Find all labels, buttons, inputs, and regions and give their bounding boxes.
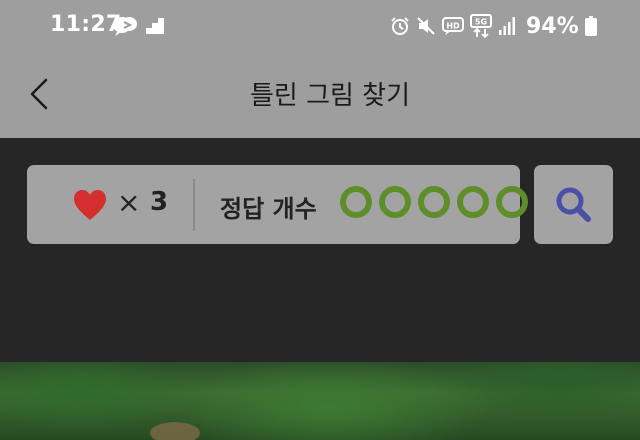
lives-multiplier: ×: [117, 186, 141, 219]
heart-icon: [72, 189, 108, 221]
lives-count: 3: [150, 187, 169, 217]
svg-text:HD: HD: [446, 22, 460, 31]
staircase-icon: [146, 18, 164, 34]
status-left-icons: [112, 14, 164, 38]
page-title: 틀린 그림 찾기: [249, 81, 411, 111]
mute-icon: [416, 16, 436, 36]
answer-count-label: 정답 개수: [220, 195, 317, 223]
hd-icon: HD: [442, 17, 464, 35]
svg-text:5G: 5G: [475, 18, 487, 27]
answer-circle: [340, 186, 372, 218]
photo-detail: [150, 422, 200, 440]
status-time: 11:27: [50, 12, 122, 37]
signal-icon: [498, 16, 516, 36]
answer-circle: [457, 186, 489, 218]
5g-icon: 5G: [470, 14, 492, 38]
answer-progress: [340, 186, 528, 218]
answer-circle: [379, 186, 411, 218]
game-info-panel: × 3 정답 개수: [27, 165, 528, 244]
game-photo[interactable]: [0, 362, 640, 440]
chat-bubble-icon: [112, 15, 138, 37]
alarm-icon: [390, 16, 410, 36]
answer-circle: [418, 186, 450, 218]
battery-percent: 94%: [526, 13, 579, 39]
status-right-icons: HD 5G 94%: [390, 13, 597, 39]
answer-circle: [496, 186, 528, 218]
magnifier-icon: [554, 185, 594, 225]
battery-icon: [584, 16, 597, 36]
hint-search-button[interactable]: [534, 165, 613, 244]
app-bar: 틀린 그림 찾기: [0, 48, 640, 138]
status-bar: 11:27 HD 5G 94%: [0, 0, 640, 48]
panel-divider: [193, 179, 195, 231]
